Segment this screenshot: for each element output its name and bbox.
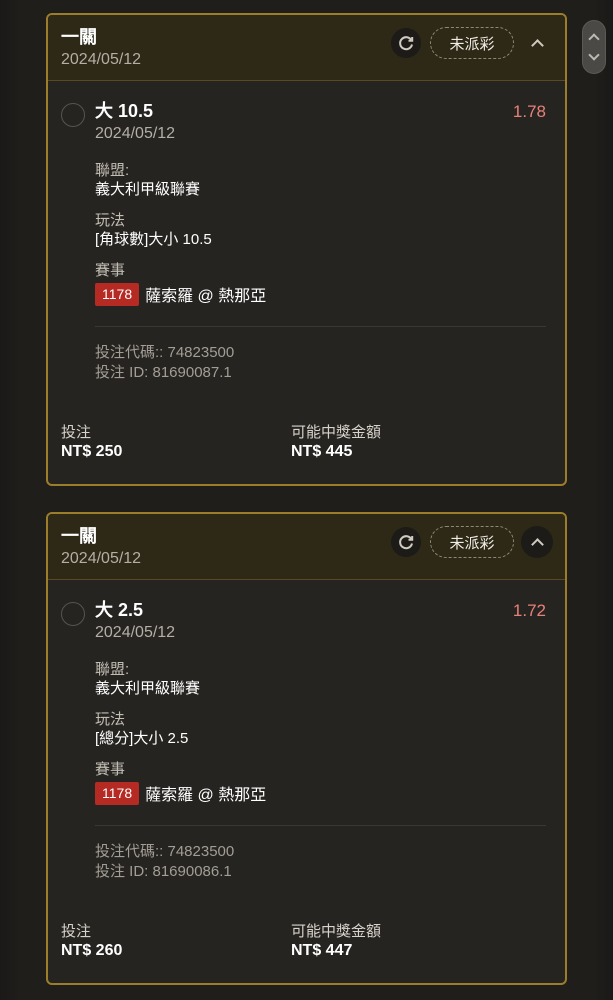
event-label: 賽事 [95,262,126,279]
selection-name: 大 2.5 [95,600,144,620]
refresh-button[interactable] [391,527,421,557]
collapse-button[interactable] [521,27,553,59]
stake-value: NT$ 250 [61,443,123,460]
select-radio[interactable] [61,602,85,626]
refresh-icon [399,535,414,550]
payout-label: 可能中獎金額 [291,923,382,940]
scroll-down-icon[interactable] [588,49,600,61]
scroll-buttons[interactable] [582,20,606,74]
bet-ticket: 一關 2024/05/12 未派彩 大 2.5 1.72 2024/05/12 … [46,512,567,985]
play-value: [角球數]大小 10.5 [95,231,212,248]
payout-label: 可能中獎金額 [291,424,382,441]
scroll-up-icon[interactable] [588,33,600,45]
ticket-body: 大 2.5 1.72 2024/05/12 聯盟: 義大利甲級聯賽 玩法 [總分… [48,580,565,882]
stake-value: NT$ 260 [61,942,123,959]
ticket-body: 大 10.5 1.78 2024/05/12 聯盟: 義大利甲級聯賽 玩法 [角… [48,81,565,383]
stake-label: 投注 [61,923,92,940]
bet-id: 投注 ID: 81690087.1 [95,364,232,381]
match-id-badge: 1178 [95,781,140,805]
odds-value: 1.72 [512,601,546,620]
event-label: 賽事 [95,761,126,778]
payout-value: NT$ 445 [291,443,353,460]
select-radio[interactable] [61,103,85,127]
match-name: 薩索羅 @ 熱那亞 [145,787,267,804]
chevron-up-icon [530,538,544,551]
refresh-icon [399,36,414,51]
collapse-button[interactable] [521,526,553,558]
selection-name: 大 10.5 [95,101,154,121]
selection-date: 2024/05/12 [95,624,176,641]
play-label: 玩法 [95,711,126,728]
league-label: 聯盟: [95,162,130,179]
match-name: 薩索羅 @ 熱那亞 [145,288,267,305]
league-value: 義大利甲級聯賽 [95,680,201,697]
status-badge[interactable]: 未派彩 [430,526,514,558]
ticket-footer: 投注 NT$ 260 可能中獎金額 NT$ 447 [48,882,565,973]
bet-ticket: 一關 2024/05/12 未派彩 大 10.5 1.78 2024/05/12… [46,13,567,486]
bet-id: 投注 ID: 81690086.1 [95,863,232,880]
odds-value: 1.78 [512,102,546,121]
play-label: 玩法 [95,212,126,229]
bet-history-page: 一關 2024/05/12 未派彩 大 10.5 1.78 2024/05/12… [0,0,613,1000]
ticket-header[interactable]: 一關 2024/05/12 未派彩 [48,15,565,81]
chevron-up-icon [530,39,544,52]
refresh-button[interactable] [391,28,421,58]
ticket-header[interactable]: 一關 2024/05/12 未派彩 [48,514,565,580]
selection-date: 2024/05/12 [95,125,176,142]
bet-code: 投注代碼:: 74823500 [95,344,235,361]
league-value: 義大利甲級聯賽 [95,181,201,198]
match-id-badge: 1178 [95,282,140,306]
payout-value: NT$ 447 [291,942,353,959]
bet-code: 投注代碼:: 74823500 [95,843,235,860]
stake-label: 投注 [61,424,92,441]
ticket-footer: 投注 NT$ 250 可能中獎金額 NT$ 445 [48,383,565,474]
status-badge[interactable]: 未派彩 [430,27,514,59]
league-label: 聯盟: [95,661,130,678]
play-value: [總分]大小 2.5 [95,730,189,747]
